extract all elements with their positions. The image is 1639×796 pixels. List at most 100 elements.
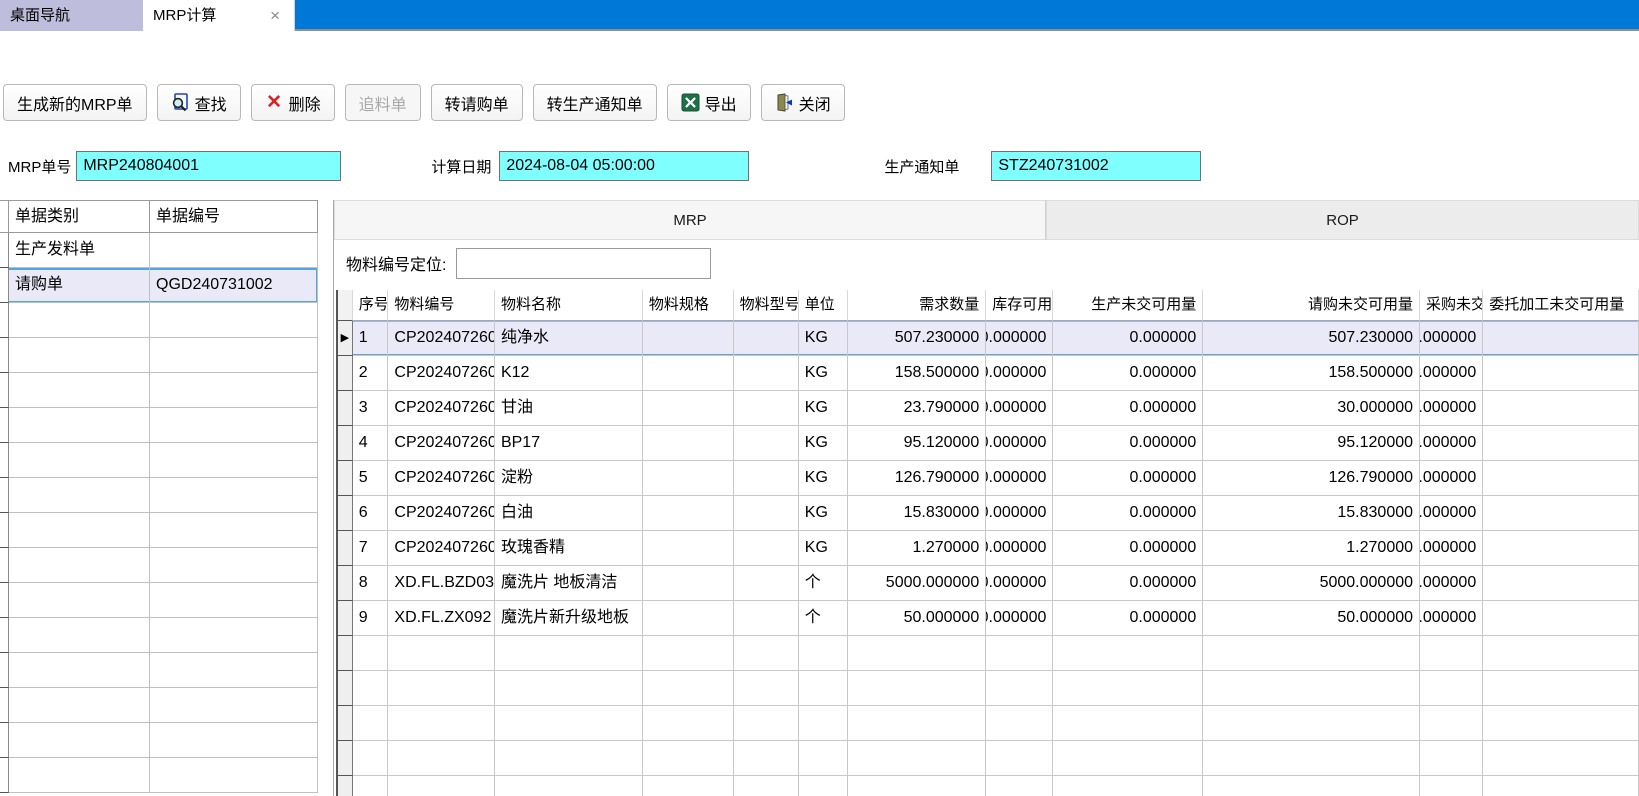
document-list-row[interactable] bbox=[0, 338, 318, 373]
cell[interactable] bbox=[1483, 776, 1639, 796]
cell[interactable] bbox=[495, 671, 643, 706]
row-selector[interactable] bbox=[338, 636, 353, 671]
cell[interactable] bbox=[9, 303, 150, 338]
row-selector[interactable] bbox=[0, 583, 9, 618]
cell[interactable] bbox=[9, 548, 150, 583]
cell[interactable]: 0.000000 bbox=[1053, 566, 1203, 601]
cell[interactable] bbox=[1420, 776, 1483, 796]
cell[interactable]: 0.000000 bbox=[1420, 531, 1483, 566]
cell[interactable]: KG bbox=[799, 356, 848, 391]
cell[interactable] bbox=[1483, 461, 1639, 496]
cell[interactable] bbox=[9, 618, 150, 653]
cell[interactable] bbox=[799, 706, 848, 741]
cell[interactable] bbox=[734, 566, 799, 601]
row-selector[interactable] bbox=[338, 601, 353, 636]
cell[interactable] bbox=[495, 776, 643, 796]
cell[interactable]: 0.000000 bbox=[986, 391, 1053, 426]
cell[interactable]: 甘油 bbox=[495, 391, 643, 426]
row-selector[interactable] bbox=[338, 356, 353, 391]
column-header[interactable]: 需求数量 bbox=[848, 290, 986, 321]
cell[interactable] bbox=[986, 741, 1053, 776]
cell[interactable]: QGD240731002 bbox=[150, 268, 318, 303]
cell[interactable] bbox=[848, 706, 986, 741]
cell[interactable] bbox=[1053, 741, 1203, 776]
cell[interactable]: 9 bbox=[353, 601, 389, 636]
cell[interactable] bbox=[799, 636, 848, 671]
row-selector[interactable] bbox=[338, 671, 353, 706]
cell[interactable] bbox=[150, 513, 318, 548]
cell[interactable] bbox=[734, 391, 799, 426]
cell[interactable] bbox=[150, 373, 318, 408]
cell[interactable] bbox=[150, 233, 318, 268]
column-header[interactable]: 生产未交可用量 bbox=[1053, 290, 1203, 321]
cell[interactable] bbox=[150, 618, 318, 653]
cell[interactable] bbox=[643, 531, 734, 566]
cell[interactable] bbox=[150, 303, 318, 338]
row-selector[interactable] bbox=[0, 268, 9, 303]
column-header[interactable]: 委托加工未交可用量 bbox=[1483, 290, 1639, 321]
cell[interactable] bbox=[734, 671, 799, 706]
cell[interactable] bbox=[799, 671, 848, 706]
column-header[interactable]: 单位 bbox=[799, 290, 848, 321]
cell[interactable]: 0.000000 bbox=[1420, 391, 1483, 426]
cell[interactable] bbox=[1203, 706, 1420, 741]
cell[interactable] bbox=[9, 408, 150, 443]
cell[interactable]: CP2024072600 bbox=[388, 531, 495, 566]
document-list-row[interactable] bbox=[0, 408, 318, 443]
cell[interactable] bbox=[150, 583, 318, 618]
cell[interactable] bbox=[848, 776, 986, 796]
document-list-row[interactable]: 生产发料单 bbox=[0, 233, 318, 268]
row-selector[interactable] bbox=[0, 513, 9, 548]
cell[interactable] bbox=[388, 776, 495, 796]
cell[interactable]: BP17 bbox=[495, 426, 643, 461]
document-list-row[interactable] bbox=[0, 478, 318, 513]
cell[interactable] bbox=[1483, 636, 1639, 671]
cell[interactable]: KG bbox=[799, 496, 848, 531]
cell[interactable]: 126.790000 bbox=[848, 461, 986, 496]
row-selector[interactable] bbox=[0, 548, 9, 583]
cell[interactable] bbox=[1483, 426, 1639, 461]
row-selector[interactable] bbox=[0, 408, 9, 443]
cell[interactable]: 0.000000 bbox=[1420, 566, 1483, 601]
material-locate-input[interactable] bbox=[456, 248, 711, 279]
cell[interactable]: 魔洗片新升级地板 bbox=[495, 601, 643, 636]
cell[interactable] bbox=[643, 566, 734, 601]
cell[interactable]: 3 bbox=[353, 391, 389, 426]
cell[interactable] bbox=[734, 356, 799, 391]
cell[interactable]: 0.000000 bbox=[986, 426, 1053, 461]
cell[interactable]: 0.000000 bbox=[1053, 601, 1203, 636]
cell[interactable]: XD.FL.BZD031 bbox=[388, 566, 495, 601]
export-button[interactable]: 导出 bbox=[667, 84, 751, 121]
cell[interactable] bbox=[388, 706, 495, 741]
cell[interactable] bbox=[150, 443, 318, 478]
column-header[interactable]: 物料规格 bbox=[643, 290, 734, 321]
cell[interactable] bbox=[9, 478, 150, 513]
cell[interactable]: 0.000000 bbox=[1420, 496, 1483, 531]
tab-mrp[interactable]: MRP bbox=[334, 200, 1046, 240]
cell[interactable] bbox=[353, 671, 389, 706]
cell[interactable]: 507.230000 bbox=[1203, 321, 1420, 356]
cell[interactable] bbox=[848, 671, 986, 706]
cell[interactable]: 23.790000 bbox=[848, 391, 986, 426]
tab-desktop-navigation[interactable]: 桌面导航 bbox=[0, 0, 143, 31]
cell[interactable]: 0.000000 bbox=[1420, 321, 1483, 356]
doc-no-header[interactable]: 单据编号 bbox=[150, 201, 318, 233]
cell[interactable] bbox=[1203, 636, 1420, 671]
table-row[interactable]: 5CP2024072600淀粉KG126.7900000.0000000.000… bbox=[338, 461, 1639, 496]
cell[interactable]: CP2024072600 bbox=[388, 391, 495, 426]
document-list-row[interactable] bbox=[0, 758, 318, 793]
cell[interactable]: 5 bbox=[353, 461, 389, 496]
row-selector[interactable] bbox=[0, 723, 9, 758]
row-selector[interactable] bbox=[0, 338, 9, 373]
cell[interactable] bbox=[799, 776, 848, 796]
table-row[interactable]: 8XD.FL.BZD031魔洗片 地板清洁个5000.0000000.00000… bbox=[338, 566, 1639, 601]
cell[interactable] bbox=[734, 461, 799, 496]
cell[interactable] bbox=[9, 513, 150, 548]
cell[interactable] bbox=[150, 653, 318, 688]
cell[interactable]: 0.000000 bbox=[986, 356, 1053, 391]
cell[interactable]: 0.000000 bbox=[1053, 356, 1203, 391]
cell[interactable]: 纯净水 bbox=[495, 321, 643, 356]
table-row[interactable]: 9XD.FL.ZX092魔洗片新升级地板个50.0000000.0000000.… bbox=[338, 601, 1639, 636]
column-header[interactable]: 请购未交可用量 bbox=[1203, 290, 1420, 321]
doc-type-header[interactable]: 单据类别 bbox=[9, 201, 150, 233]
